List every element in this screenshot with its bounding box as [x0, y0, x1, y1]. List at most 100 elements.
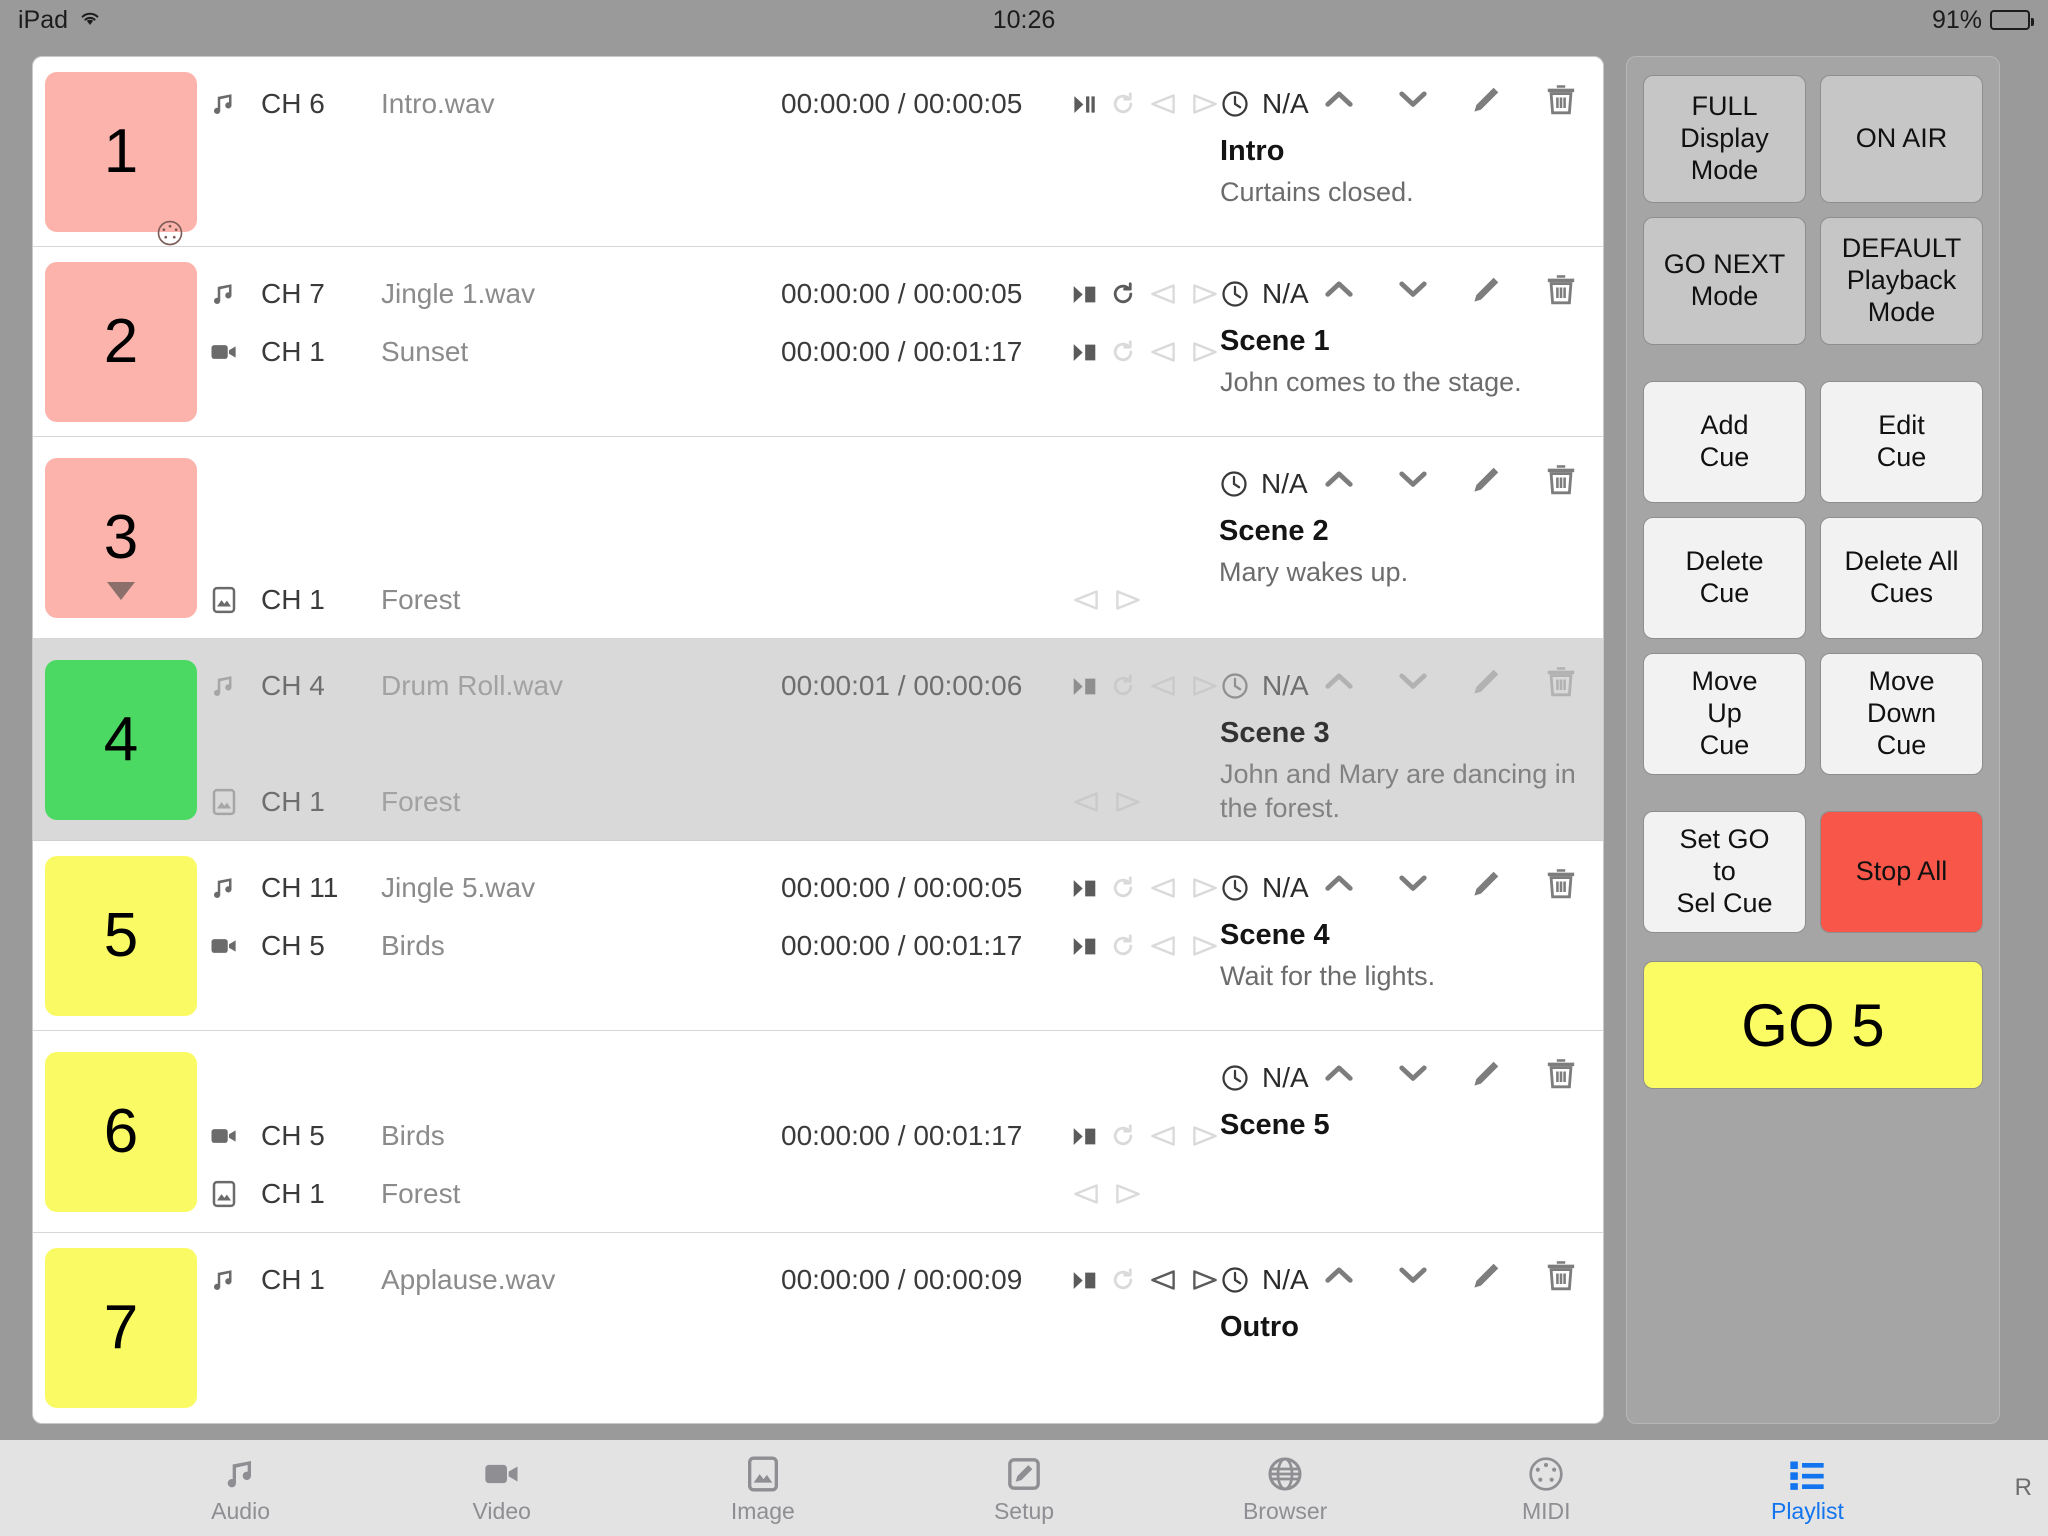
fade-out-icon[interactable] — [1190, 671, 1220, 701]
move-down-icon[interactable] — [1393, 1255, 1433, 1295]
fade-out-icon[interactable] — [1113, 1179, 1143, 1209]
move-down-icon[interactable] — [1393, 661, 1433, 701]
cue-number-badge[interactable]: 4 — [45, 659, 197, 820]
play-stop-icon[interactable] — [1071, 1123, 1098, 1150]
cue-row[interactable]: 3 CH 1 Forest N/A Scene 2 Mary wakes up. — [33, 437, 1603, 639]
loop-icon[interactable] — [1110, 91, 1136, 117]
move-up-icon[interactable] — [1319, 269, 1359, 309]
fade-in-icon[interactable] — [1148, 89, 1178, 119]
cue-action-button-3[interactable]: Delete All Cues — [1820, 517, 1983, 639]
fade-in-icon[interactable] — [1148, 671, 1178, 701]
move-up-icon[interactable] — [1319, 1255, 1359, 1295]
play-pause-icon[interactable] — [1071, 91, 1098, 118]
move-down-icon[interactable] — [1393, 1053, 1433, 1093]
mode-button-3[interactable]: DEFAULT Playback Mode — [1820, 217, 1983, 345]
move-down-icon[interactable] — [1393, 79, 1433, 119]
tab-audio[interactable]: Audio — [110, 1440, 371, 1536]
cue-number-badge[interactable]: 6 — [45, 1051, 197, 1212]
fade-out-icon[interactable] — [1190, 337, 1220, 367]
tab-playlist[interactable]: Playlist — [1677, 1440, 1938, 1536]
cue-action-button-2[interactable]: Delete Cue — [1643, 517, 1806, 639]
fade-out-icon[interactable] — [1113, 585, 1143, 615]
cue-action-button-5[interactable]: Move Down Cue — [1820, 653, 1983, 775]
edit-cue-icon[interactable] — [1467, 79, 1507, 119]
loop-icon[interactable] — [1110, 1267, 1136, 1293]
tab-browser[interactable]: Browser — [1155, 1440, 1416, 1536]
delete-cue-icon[interactable] — [1541, 863, 1581, 903]
loop-icon[interactable] — [1110, 339, 1136, 365]
mode-button-2[interactable]: GO NEXT Mode — [1643, 217, 1806, 345]
transport-button-0[interactable]: Set GO to Sel Cue — [1643, 811, 1806, 933]
delete-cue-icon[interactable] — [1541, 661, 1581, 701]
cue-row[interactable]: 7 CH 1 Applause.wav 00:00:00 / 00:00:09 N/A O… — [33, 1233, 1603, 1423]
move-up-icon[interactable] — [1319, 863, 1359, 903]
play-stop-icon[interactable] — [1071, 673, 1098, 700]
mode-button-0[interactable]: FULL Display Mode — [1643, 75, 1806, 203]
play-stop-icon[interactable] — [1071, 933, 1098, 960]
fade-in-icon[interactable] — [1071, 787, 1101, 817]
transport-button-1[interactable]: Stop All — [1820, 811, 1983, 933]
move-up-icon[interactable] — [1319, 1053, 1359, 1093]
delete-cue-icon[interactable] — [1541, 1255, 1581, 1295]
fade-out-icon[interactable] — [1190, 1265, 1220, 1295]
tab-setup[interactable]: Setup — [893, 1440, 1154, 1536]
cue-row[interactable]: 1 CH 6 Intro.wav 00:00:00 / 00:00:05 N/A Intr… — [33, 57, 1603, 247]
edit-cue-icon[interactable] — [1467, 459, 1507, 499]
fade-in-icon[interactable] — [1148, 1265, 1178, 1295]
delete-cue-icon[interactable] — [1541, 79, 1581, 119]
play-stop-icon[interactable] — [1071, 281, 1098, 308]
loop-icon[interactable] — [1110, 281, 1136, 307]
fade-out-icon[interactable] — [1190, 1121, 1220, 1151]
go-button[interactable]: GO 5 — [1643, 961, 1983, 1089]
fade-out-icon[interactable] — [1190, 89, 1220, 119]
fade-in-icon[interactable] — [1148, 1121, 1178, 1151]
move-down-icon[interactable] — [1393, 459, 1433, 499]
edit-cue-icon[interactable] — [1467, 1255, 1507, 1295]
loop-icon[interactable] — [1110, 875, 1136, 901]
move-up-icon[interactable] — [1319, 79, 1359, 119]
mode-button-1[interactable]: ON AIR — [1820, 75, 1983, 203]
fade-out-icon[interactable] — [1190, 931, 1220, 961]
cue-number-badge[interactable]: 2 — [45, 261, 197, 422]
move-down-icon[interactable] — [1393, 863, 1433, 903]
cue-action-button-4[interactable]: Move Up Cue — [1643, 653, 1806, 775]
fade-in-icon[interactable] — [1148, 279, 1178, 309]
cue-row[interactable]: 6 CH 5 Birds 00:00:00 / 00:01:17 CH 1 Forest N… — [33, 1031, 1603, 1233]
edit-cue-icon[interactable] — [1467, 661, 1507, 701]
fade-out-icon[interactable] — [1113, 787, 1143, 817]
move-up-icon[interactable] — [1319, 661, 1359, 701]
fade-in-icon[interactable] — [1148, 337, 1178, 367]
play-stop-icon[interactable] — [1071, 875, 1098, 902]
delete-cue-icon[interactable] — [1541, 269, 1581, 309]
fade-out-icon[interactable] — [1190, 279, 1220, 309]
tab-video[interactable]: Video — [371, 1440, 632, 1536]
cue-number-badge[interactable]: 5 — [45, 855, 197, 1016]
fade-in-icon[interactable] — [1148, 931, 1178, 961]
cue-number-badge[interactable]: 1 — [45, 71, 197, 245]
move-up-icon[interactable] — [1319, 459, 1359, 499]
edit-cue-icon[interactable] — [1467, 863, 1507, 903]
cue-action-button-0[interactable]: Add Cue — [1643, 381, 1806, 503]
fade-in-icon[interactable] — [1071, 585, 1101, 615]
delete-cue-icon[interactable] — [1541, 459, 1581, 499]
fade-in-icon[interactable] — [1148, 873, 1178, 903]
cue-number-badge[interactable]: 3 — [45, 457, 197, 618]
loop-icon[interactable] — [1110, 933, 1136, 959]
move-down-icon[interactable] — [1393, 269, 1433, 309]
play-stop-icon[interactable] — [1071, 1267, 1098, 1294]
cue-row[interactable]: 5 CH 11 Jingle 5.wav 00:00:00 / 00:00:05 CH … — [33, 841, 1603, 1031]
tab-midi[interactable]: MIDI — [1416, 1440, 1677, 1536]
play-stop-icon[interactable] — [1071, 339, 1098, 366]
delete-cue-icon[interactable] — [1541, 1053, 1581, 1093]
edit-cue-icon[interactable] — [1467, 269, 1507, 309]
cue-row[interactable]: 2 CH 7 Jingle 1.wav 00:00:00 / 00:00:05 CH 1… — [33, 247, 1603, 437]
cue-row[interactable]: 4 CH 4 Drum Roll.wav 00:00:01 / 00:00:06 CH … — [33, 639, 1603, 841]
fade-in-icon[interactable] — [1071, 1179, 1101, 1209]
cue-action-button-1[interactable]: Edit Cue — [1820, 381, 1983, 503]
fade-out-icon[interactable] — [1190, 873, 1220, 903]
tab-image[interactable]: Image — [632, 1440, 893, 1536]
loop-icon[interactable] — [1110, 1123, 1136, 1149]
edit-cue-icon[interactable] — [1467, 1053, 1507, 1093]
loop-icon[interactable] — [1110, 673, 1136, 699]
cue-number-badge[interactable]: 7 — [45, 1248, 197, 1408]
